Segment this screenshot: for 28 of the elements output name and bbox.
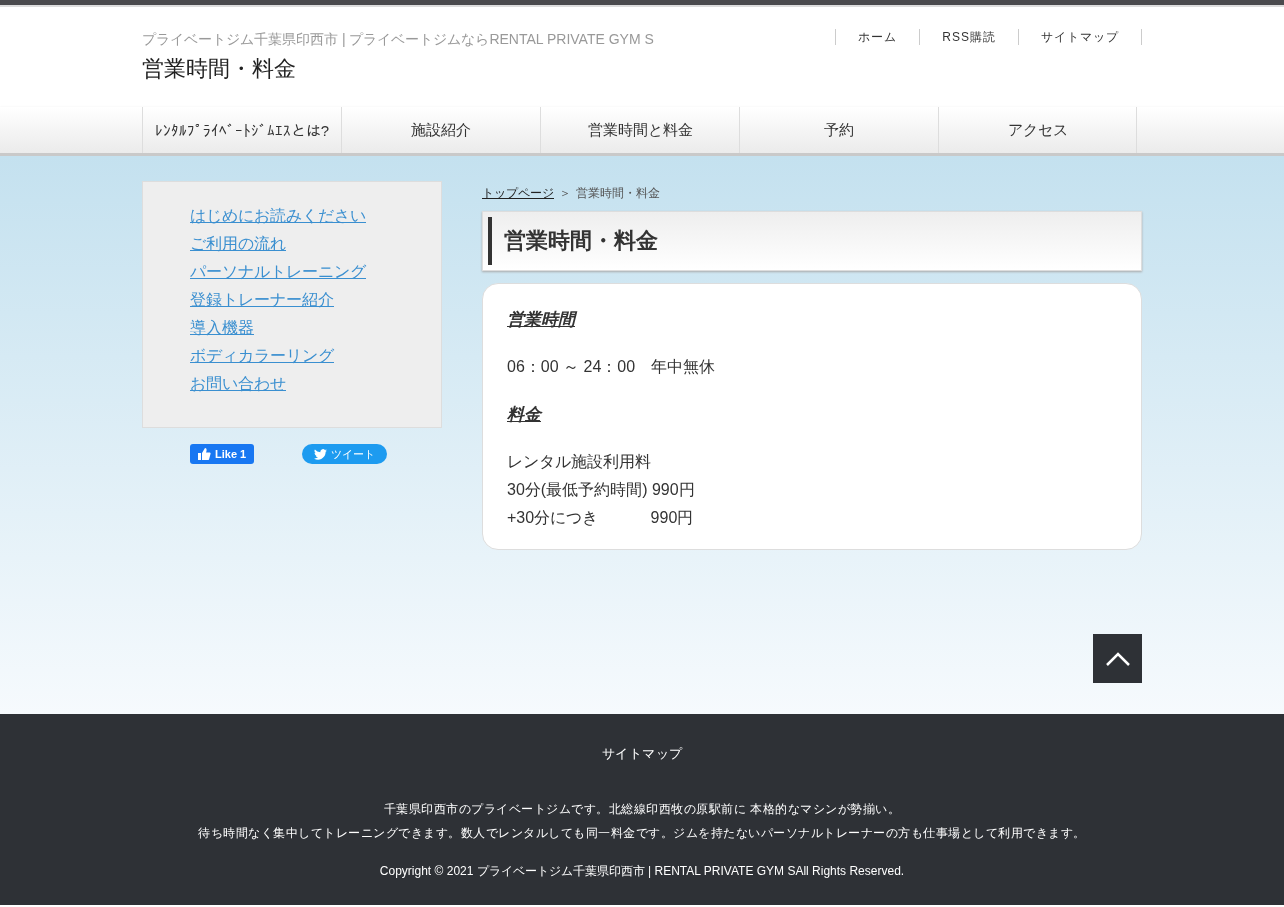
nav-tab[interactable]: 営業時間と料金 <box>540 107 739 153</box>
footer-sitemap-link[interactable]: サイトマップ <box>601 745 683 763</box>
section-heading: 営業時間 <box>507 308 1117 331</box>
nav-tab[interactable]: ﾚﾝﾀﾙﾌﾟﾗｲﾍﾞｰﾄｼﾞﾑｴｽとは? <box>142 107 341 153</box>
nav-tab[interactable]: 施設紹介 <box>341 107 540 153</box>
like-button[interactable]: Like 1 <box>190 444 255 464</box>
breadcrumb-link[interactable]: トップページ <box>482 185 554 202</box>
header-link[interactable]: ホーム <box>835 29 920 45</box>
breadcrumb-current: 営業時間・料金 <box>576 185 660 202</box>
footer-text: 千葉県印西市のプライベートジムです。北総線印西牧の原駅前に 本格的なマシンが勢揃い。 <box>382 801 902 818</box>
copyright-text: Copyright © 2021 プライベートジム千葉県印西市 | RENTAL PRIVATE GYM SAll Rights Reserved. <box>378 863 906 880</box>
nav-tab[interactable]: 予約 <box>739 107 938 153</box>
back-to-top-button[interactable] <box>1093 634 1142 683</box>
body-text: 06：00 ～ 24：00 年中無休 <box>507 357 717 377</box>
header-link[interactable]: RSS購読 <box>919 29 1018 45</box>
breadcrumb-separator: ＞ <box>559 185 571 202</box>
page-title: 営業時間・料金 <box>142 55 297 83</box>
body-text: +30分につき 990円 <box>507 508 695 528</box>
thumbs-up-icon <box>198 448 211 460</box>
nav-tab[interactable]: アクセス <box>938 107 1137 153</box>
body-text: レンタル施設利用料 <box>507 452 652 472</box>
footer-text: 待ち時間なく集中してトレーニングできます。数人でレンタルしても同一料金です。ジムを持たないパーソナルトレーナーの方も仕事場として利用できます。 <box>197 825 1087 842</box>
bird-icon <box>314 448 328 460</box>
article-title: 営業時間・料金 <box>488 217 1136 265</box>
header-link[interactable]: サイトマップ <box>1018 29 1141 45</box>
chevron-up-icon <box>1104 650 1131 667</box>
section-heading: 料金 <box>507 404 544 426</box>
body-text: 30分(最低予約時間) 990円 <box>507 480 696 500</box>
